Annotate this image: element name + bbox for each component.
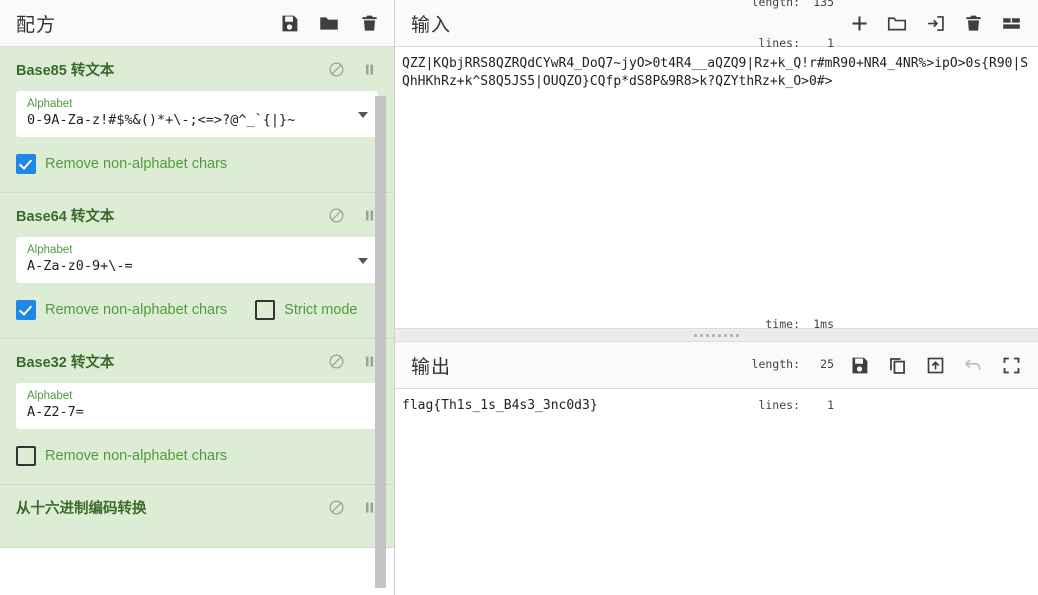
io-side: 输入 length: 135 lines: 1 QZZ|KQbjRRS8QZRQ… [395, 0, 1038, 595]
save-output-icon[interactable] [848, 354, 870, 376]
input-body[interactable]: QZZ|KQbjRRS8QZRQdCYwR4_DoQ7~jyO>0t4R4__a… [395, 47, 1038, 328]
recipe-operation[interactable]: Base64 转文本 Alphabet A-Za-z0-9+\-= Remove… [0, 193, 394, 339]
recipe-panel: 配方 Base85 转文本 Alphabet 0-9A-Za-z!#$%&()*… [0, 0, 395, 595]
drag-handle-icon[interactable] [694, 333, 739, 337]
checkbox-label: Remove non-alphabet chars [45, 448, 228, 464]
recipe-scrollbar-thumb[interactable] [375, 96, 386, 588]
input-length-value: 135 [813, 0, 834, 9]
cyberchef-app: 配方 Base85 转文本 Alphabet 0-9A-Za-z!#$%&()*… [0, 0, 1038, 595]
operation-header: 从十六进制编码转换 [16, 497, 378, 518]
input-toolbar [848, 12, 1028, 34]
recipe-toolbar [278, 12, 380, 34]
output-toolbar [848, 354, 1028, 376]
operation-header: Base32 转文本 [16, 351, 378, 372]
output-body[interactable]: flag{Th1s_1s_B4s3_3nc0d3} [395, 389, 1038, 595]
output-length-value: 25 [820, 357, 834, 372]
disable-operation-icon[interactable] [328, 353, 345, 370]
alphabet-value[interactable]: A-Z2-7= [27, 403, 352, 422]
input-length-row: length: 135 [752, 0, 834, 10]
disable-operation-icon[interactable] [328, 207, 345, 224]
checkbox-box[interactable] [16, 446, 36, 466]
recipe-operation[interactable]: Base85 转文本 Alphabet 0-9A-Za-z!#$%&()*+\-… [0, 47, 394, 193]
chevron-down-icon[interactable] [358, 112, 368, 118]
operation-controls [328, 499, 378, 516]
operation-title: Base85 转文本 [16, 63, 115, 79]
replace-input-icon[interactable] [924, 354, 946, 376]
remove-non-alphabet-chars-checkbox[interactable]: Remove non-alphabet chars [16, 154, 227, 174]
input-header: 输入 length: 135 lines: 1 [395, 0, 1038, 49]
save-recipe-icon[interactable] [278, 12, 300, 34]
load-recipe-icon[interactable] [318, 12, 340, 34]
open-folder-icon[interactable] [886, 12, 908, 34]
input-panel: 输入 length: 135 lines: 1 QZZ|KQbjRRS8QZRQ… [395, 0, 1038, 328]
recipe-scrollbar-track[interactable] [375, 48, 390, 595]
alphabet-field[interactable]: Alphabet 0-9A-Za-z!#$%&()*+\-;<=>?@^_`{|… [16, 91, 378, 137]
alphabet-value[interactable]: A-Za-z0-9+\-= [27, 257, 352, 276]
input-tabs-layout-icon[interactable] [1000, 12, 1022, 34]
checkbox-label: Strict mode [284, 302, 358, 318]
undo-output-icon[interactable] [962, 354, 984, 376]
operation-title: Base32 转文本 [16, 355, 115, 371]
recipe-operation[interactable]: Base32 转文本 Alphabet A-Z2-7= Remove non-a… [0, 339, 394, 485]
disable-operation-icon[interactable] [328, 61, 345, 78]
alphabet-label: Alphabet [27, 98, 73, 110]
import-input-icon[interactable] [924, 12, 946, 34]
checkbox-box[interactable] [255, 300, 276, 320]
operation-controls [328, 353, 378, 370]
output-panel: 输出 time: 1ms length: 25 lines: 1 flag{Th… [395, 317, 1038, 595]
maximise-output-icon[interactable] [1000, 354, 1022, 376]
chevron-down-icon[interactable] [358, 258, 368, 264]
operation-controls [328, 207, 378, 224]
strict-mode-checkbox[interactable]: Strict mode [255, 300, 358, 320]
operation-checkboxes: Remove non-alphabet chars Strict mode [16, 300, 378, 320]
recipe-title: 配方 [16, 14, 57, 36]
add-input-tab-icon[interactable] [848, 12, 870, 34]
output-title: 输出 [411, 356, 452, 378]
remove-non-alphabet-chars-checkbox[interactable]: Remove non-alphabet chars [16, 300, 227, 320]
operation-title: 从十六进制编码转换 [16, 501, 147, 517]
input-length-key: length: [751, 0, 800, 9]
output-length-row: length: 25 [752, 358, 834, 372]
checkbox-label: Remove non-alphabet chars [45, 156, 228, 172]
output-time-row: time: 1ms [752, 316, 834, 332]
disable-operation-icon[interactable] [328, 499, 345, 516]
clear-recipe-icon[interactable] [358, 12, 380, 34]
io-splitter[interactable] [395, 328, 1038, 342]
recipe-operation[interactable]: 从十六进制编码转换 [0, 485, 394, 548]
alphabet-label: Alphabet [27, 244, 73, 256]
output-text[interactable]: flag{Th1s_1s_B4s3_3nc0d3} [399, 397, 1030, 415]
alphabet-field[interactable]: Alphabet A-Z2-7= [16, 383, 378, 429]
remove-non-alphabet-chars-checkbox[interactable]: Remove non-alphabet chars [16, 446, 227, 466]
checkbox-box[interactable] [16, 154, 36, 174]
operation-header: Base64 转文本 [16, 205, 378, 226]
alphabet-field[interactable]: Alphabet A-Za-z0-9+\-= [16, 237, 378, 283]
operation-checkboxes: Remove non-alphabet chars [16, 446, 378, 466]
output-header: 输出 time: 1ms length: 25 lines: 1 [395, 317, 1038, 411]
copy-output-icon[interactable] [886, 354, 908, 376]
checkbox-box[interactable] [16, 300, 36, 320]
alphabet-value[interactable]: 0-9A-Za-z!#$%&()*+\-;<=>?@^_`{|}~ [27, 111, 352, 130]
output-length-key: length: [751, 357, 800, 372]
pause-operation-icon[interactable] [361, 61, 378, 78]
alphabet-label: Alphabet [27, 390, 73, 402]
output-time-key: time: [765, 316, 800, 331]
input-title: 输入 [411, 14, 452, 36]
recipe-operation-list[interactable]: Base85 转文本 Alphabet 0-9A-Za-z!#$%&()*+\-… [0, 47, 394, 595]
operation-checkboxes: Remove non-alphabet chars [16, 154, 378, 174]
operation-controls [328, 61, 378, 78]
operation-header: Base85 转文本 [16, 59, 378, 80]
output-time-value: 1ms [813, 316, 834, 331]
input-text[interactable]: QZZ|KQbjRRS8QZRQdCYwR4_DoQ7~jyO>0t4R4__a… [399, 55, 1030, 91]
checkbox-label: Remove non-alphabet chars [45, 302, 228, 318]
clear-input-icon[interactable] [962, 12, 984, 34]
operation-title: Base64 转文本 [16, 209, 115, 225]
recipe-header: 配方 [0, 0, 394, 47]
